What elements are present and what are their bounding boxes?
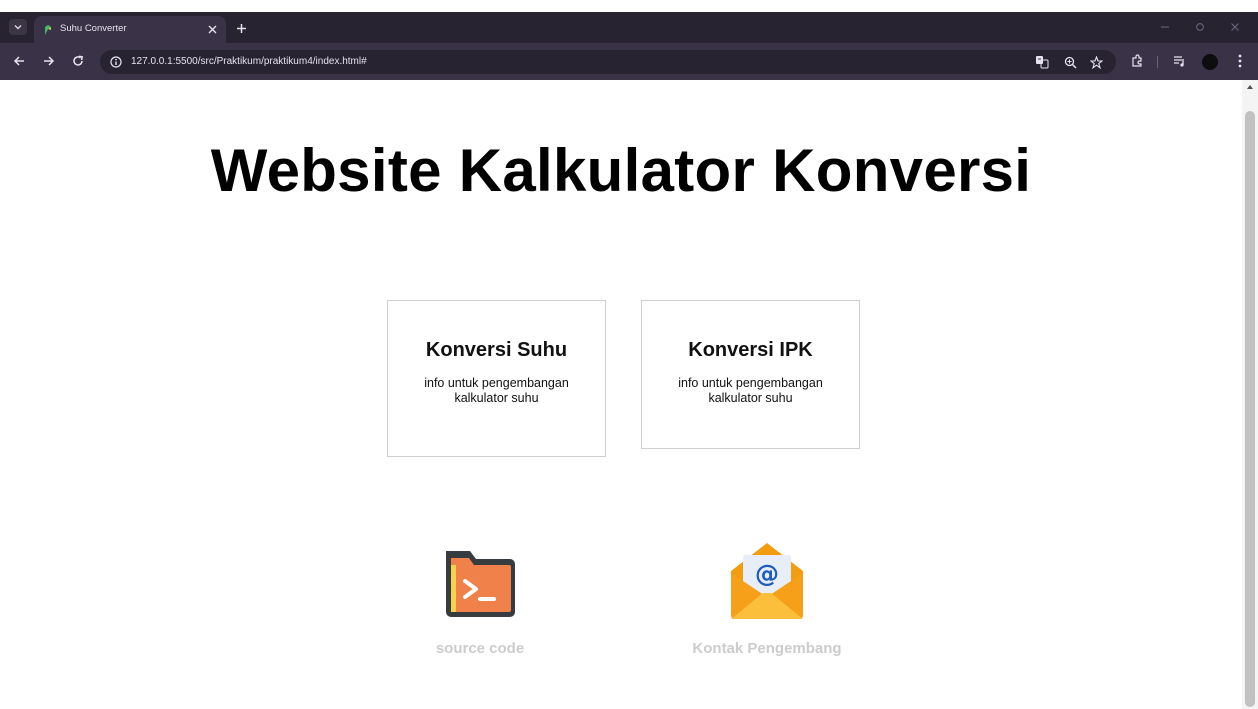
kontak-pengembang-link[interactable]: @ Kontak Pengembang <box>667 541 867 657</box>
reload-icon[interactable] <box>70 53 86 69</box>
browser-tab[interactable]: Suhu Converter <box>34 16 226 43</box>
scroll-up-icon[interactable] <box>1247 85 1253 89</box>
extensions-icon[interactable] <box>1129 53 1145 69</box>
browser-tab-bar: Suhu Converter <box>0 12 1258 43</box>
source-code-label: source code <box>435 640 525 657</box>
page-viewport: Website Kalkulator Konversi Konversi Suh… <box>0 80 1258 709</box>
address-bar[interactable]: 127.0.0.1:5500/src/Praktikum/praktikum4/… <box>100 50 1116 74</box>
minimize-icon[interactable] <box>1156 20 1174 34</box>
svg-text:@: @ <box>755 560 779 588</box>
card-konversi-suhu[interactable]: Konversi Suhu info untuk pengembangan ka… <box>387 300 606 457</box>
media-icon[interactable] <box>1172 53 1188 69</box>
page-favicon-icon <box>43 23 53 35</box>
forward-icon[interactable] <box>41 53 57 69</box>
terminal-folder-icon <box>446 551 515 617</box>
card-konversi-ipk[interactable]: Konversi IPK info untuk pengembangan kal… <box>641 300 860 449</box>
window-close-icon[interactable] <box>1226 20 1244 34</box>
card-description: info untuk pengembangan kalkulator suhu <box>678 376 823 405</box>
kontak-pengembang-label: Kontak Pengembang <box>692 640 842 657</box>
tab-title: Suhu Converter <box>60 23 127 34</box>
email-envelope-icon: @ <box>731 543 803 619</box>
page-scrollbar[interactable] <box>1242 80 1258 709</box>
profile-avatar[interactable] <box>1202 54 1218 70</box>
page-title: Website Kalkulator Konversi <box>210 137 1032 204</box>
toolbar-separator <box>1157 56 1158 68</box>
close-icon[interactable] <box>205 22 219 36</box>
site-info-icon[interactable] <box>108 54 124 70</box>
card-description: info untuk pengembangan kalkulator suhu <box>424 376 569 405</box>
star-icon[interactable] <box>1088 54 1104 70</box>
screen-top-strip <box>0 0 1258 12</box>
zoom-icon[interactable] <box>1062 54 1078 70</box>
card-title: Konversi IPK <box>688 339 813 361</box>
browser-toolbar: 127.0.0.1:5500/src/Praktikum/praktikum4/… <box>0 43 1258 80</box>
plus-icon[interactable] <box>233 20 249 36</box>
tab-list-icon[interactable] <box>9 19 27 35</box>
back-icon[interactable] <box>11 53 27 69</box>
restore-icon[interactable] <box>1191 20 1209 34</box>
scrollbar-thumb[interactable] <box>1245 111 1255 707</box>
source-code-link[interactable]: source code <box>380 541 580 657</box>
more-menu-icon[interactable] <box>1232 53 1248 69</box>
url-text[interactable]: 127.0.0.1:5500/src/Praktikum/praktikum4/… <box>131 56 367 67</box>
card-title: Konversi Suhu <box>425 339 568 361</box>
translate-icon[interactable] <box>1034 54 1050 70</box>
